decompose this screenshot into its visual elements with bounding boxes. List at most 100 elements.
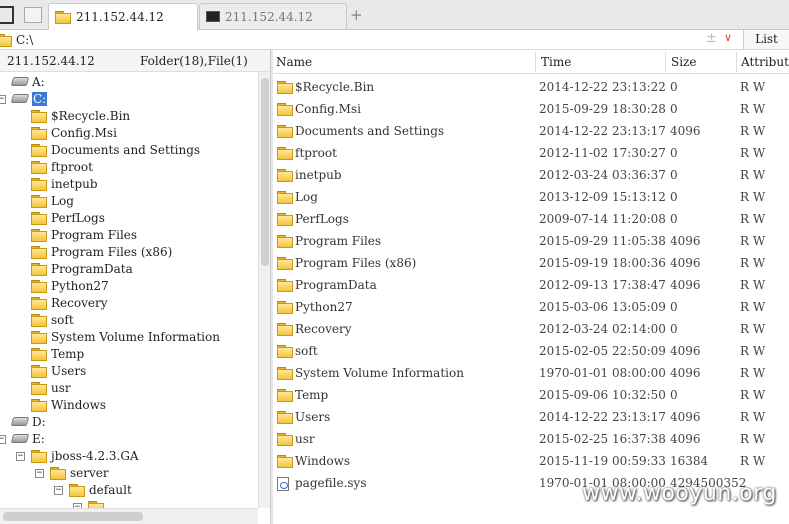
- cell-name: Log: [295, 190, 318, 204]
- table-row[interactable]: ProgramData 2012-09-13 17:38:47 4096 R W: [273, 274, 789, 296]
- column-name[interactable]: Name: [276, 55, 312, 69]
- folder-icon: [31, 126, 47, 140]
- table-row[interactable]: Recovery 2012-03-24 02:14:00 0 R W: [273, 318, 789, 340]
- watermark: www.wooyun.org: [582, 481, 777, 506]
- scrollbar-thumb[interactable]: [261, 78, 269, 266]
- table-row[interactable]: usr 2015-02-25 16:37:38 4096 R W: [273, 428, 789, 450]
- folder-icon: [277, 433, 293, 446]
- cell-size: 4096: [670, 234, 701, 248]
- tree-folder[interactable]: System Volume Information: [31, 328, 220, 345]
- tree-folder[interactable]: Documents and Settings: [31, 141, 200, 158]
- folder-icon: [31, 211, 47, 225]
- collapse-icon[interactable]: −: [16, 452, 25, 461]
- folder-icon: [31, 330, 47, 344]
- table-row[interactable]: Python27 2015-03-06 13:05:09 0 R W: [273, 296, 789, 318]
- table-row[interactable]: Windows 2015-11-19 00:59:33 16384 R W: [273, 450, 789, 472]
- path-input[interactable]: C:\: [0, 30, 740, 49]
- tree-folder[interactable]: ProgramData: [31, 260, 133, 277]
- tree-folder[interactable]: soft: [31, 311, 74, 328]
- tree-label: server: [70, 465, 109, 480]
- table-row[interactable]: Temp 2015-09-06 10:32:50 0 R W: [273, 384, 789, 406]
- tree-folder[interactable]: usr: [31, 379, 71, 396]
- column-attribute[interactable]: Attribute: [741, 55, 789, 69]
- table-row[interactable]: PerfLogs 2009-07-14 11:20:08 0 R W: [273, 208, 789, 230]
- tree-folder[interactable]: PerfLogs: [31, 209, 105, 226]
- folder-icon: [31, 160, 47, 174]
- collapse-icon[interactable]: −: [54, 486, 63, 495]
- collapse-icon[interactable]: −: [0, 95, 6, 104]
- tree-label: $Recycle.Bin: [51, 108, 131, 123]
- cell-size: 0: [670, 322, 678, 336]
- cell-time: 2015-09-19 18:00:36: [539, 256, 666, 270]
- folder-tree: A: − C: $Recycle.Bin Config.Msi Documents …: [0, 72, 258, 508]
- table-row[interactable]: Program Files (x86) 2015-09-19 18:00:36 40…: [273, 252, 789, 274]
- blank-tab-icon[interactable]: [24, 7, 42, 23]
- tree-label: usr: [51, 380, 71, 395]
- tab-terminal[interactable]: 211.152.44.12: [199, 3, 347, 29]
- tree-label: PerfLogs: [51, 210, 105, 225]
- tree-folder[interactable]: Program Files: [31, 226, 137, 243]
- tree-drive-d[interactable]: D:: [10, 413, 46, 430]
- folder-icon: [31, 313, 47, 327]
- table-row[interactable]: System Volume Information 1970-01-01 08:0…: [273, 362, 789, 384]
- collapse-icon[interactable]: −: [0, 435, 6, 444]
- tree-folder[interactable]: jboss-4.2.3.GA: [31, 447, 139, 464]
- cell-name: $Recycle.Bin: [295, 80, 375, 94]
- tree-folder[interactable]: $Recycle.Bin: [31, 107, 130, 124]
- folder-icon: [31, 381, 47, 395]
- tree-folder[interactable]: ftproot: [31, 158, 93, 175]
- cell-size: 0: [670, 388, 678, 402]
- cell-attr: R W: [740, 322, 766, 336]
- tree-folder[interactable]: Recovery: [31, 294, 107, 311]
- table-row[interactable]: Program Files 2015-09-29 11:05:38 4096 R W: [273, 230, 789, 252]
- tree-folder[interactable]: [88, 498, 104, 508]
- cell-name: Program Files (x86): [295, 256, 417, 270]
- scrollbar-thumb[interactable]: [3, 512, 143, 521]
- tree-drive-e[interactable]: E:: [10, 430, 45, 447]
- table-row[interactable]: inetpub 2012-03-24 03:36:37 0 R W: [273, 164, 789, 186]
- table-row[interactable]: ftproot 2012-11-02 17:30:27 0 R W: [273, 142, 789, 164]
- cell-name: System Volume Information: [295, 366, 464, 380]
- table-row[interactable]: Users 2014-12-22 23:13:17 4096 R W: [273, 406, 789, 428]
- table-row[interactable]: Log 2013-12-09 15:13:12 0 R W: [273, 186, 789, 208]
- tree-horizontal-scrollbar[interactable]: [0, 508, 258, 524]
- path-text: C:\: [16, 32, 34, 47]
- tree-folder[interactable]: server: [50, 464, 109, 481]
- collapse-icon[interactable]: −: [35, 469, 44, 478]
- tree-folder[interactable]: Python27: [31, 277, 109, 294]
- table-row[interactable]: soft 2015-02-05 22:50:09 4096 R W: [273, 340, 789, 362]
- table-row[interactable]: Config.Msi 2015-09-29 18:30:28 0 R W: [273, 98, 789, 120]
- folder-icon: [31, 245, 47, 259]
- folder-icon: [277, 213, 293, 226]
- chevron-down-icon[interactable]: ∨: [724, 31, 732, 44]
- column-size[interactable]: Size: [671, 55, 696, 69]
- tree-vertical-scrollbar[interactable]: [258, 72, 270, 508]
- tree-label: Documents and Settings: [51, 142, 201, 157]
- tree-folder[interactable]: Program Files (x86): [31, 243, 172, 260]
- table-row[interactable]: Documents and Settings 2014-12-22 23:13:1…: [273, 120, 789, 142]
- tree-drive-c[interactable]: C:: [10, 90, 48, 107]
- cell-size: 0: [670, 300, 678, 314]
- tree-drive-a[interactable]: A:: [10, 73, 45, 90]
- view-list-button[interactable]: List: [743, 30, 789, 49]
- plus-minus-icon[interactable]: ±: [706, 31, 717, 46]
- drive-icon: [10, 417, 30, 426]
- tree-folder[interactable]: Windows: [31, 396, 106, 413]
- drive-icon: [10, 94, 30, 103]
- tab-file-manager[interactable]: 211.152.44.12: [48, 3, 198, 30]
- column-time[interactable]: Time: [541, 55, 571, 69]
- new-tab-button[interactable]: +: [350, 6, 363, 24]
- folder-icon: [31, 296, 47, 310]
- table-row[interactable]: $Recycle.Bin 2014-12-22 23:13:22 0 R W: [273, 76, 789, 98]
- tree-folder[interactable]: Temp: [31, 345, 84, 362]
- folder-icon: [277, 323, 293, 336]
- tree-folder[interactable]: Users: [31, 362, 86, 379]
- cell-name: ProgramData: [295, 278, 377, 292]
- tree-label: Program Files (x86): [51, 244, 173, 259]
- tree-folder[interactable]: Config.Msi: [31, 124, 117, 141]
- folder-icon: [31, 194, 47, 208]
- tree-folder[interactable]: default: [69, 481, 132, 498]
- cell-time: 2013-12-09 15:13:12: [539, 190, 666, 204]
- tree-folder[interactable]: inetpub: [31, 175, 98, 192]
- tree-folder[interactable]: Log: [31, 192, 74, 209]
